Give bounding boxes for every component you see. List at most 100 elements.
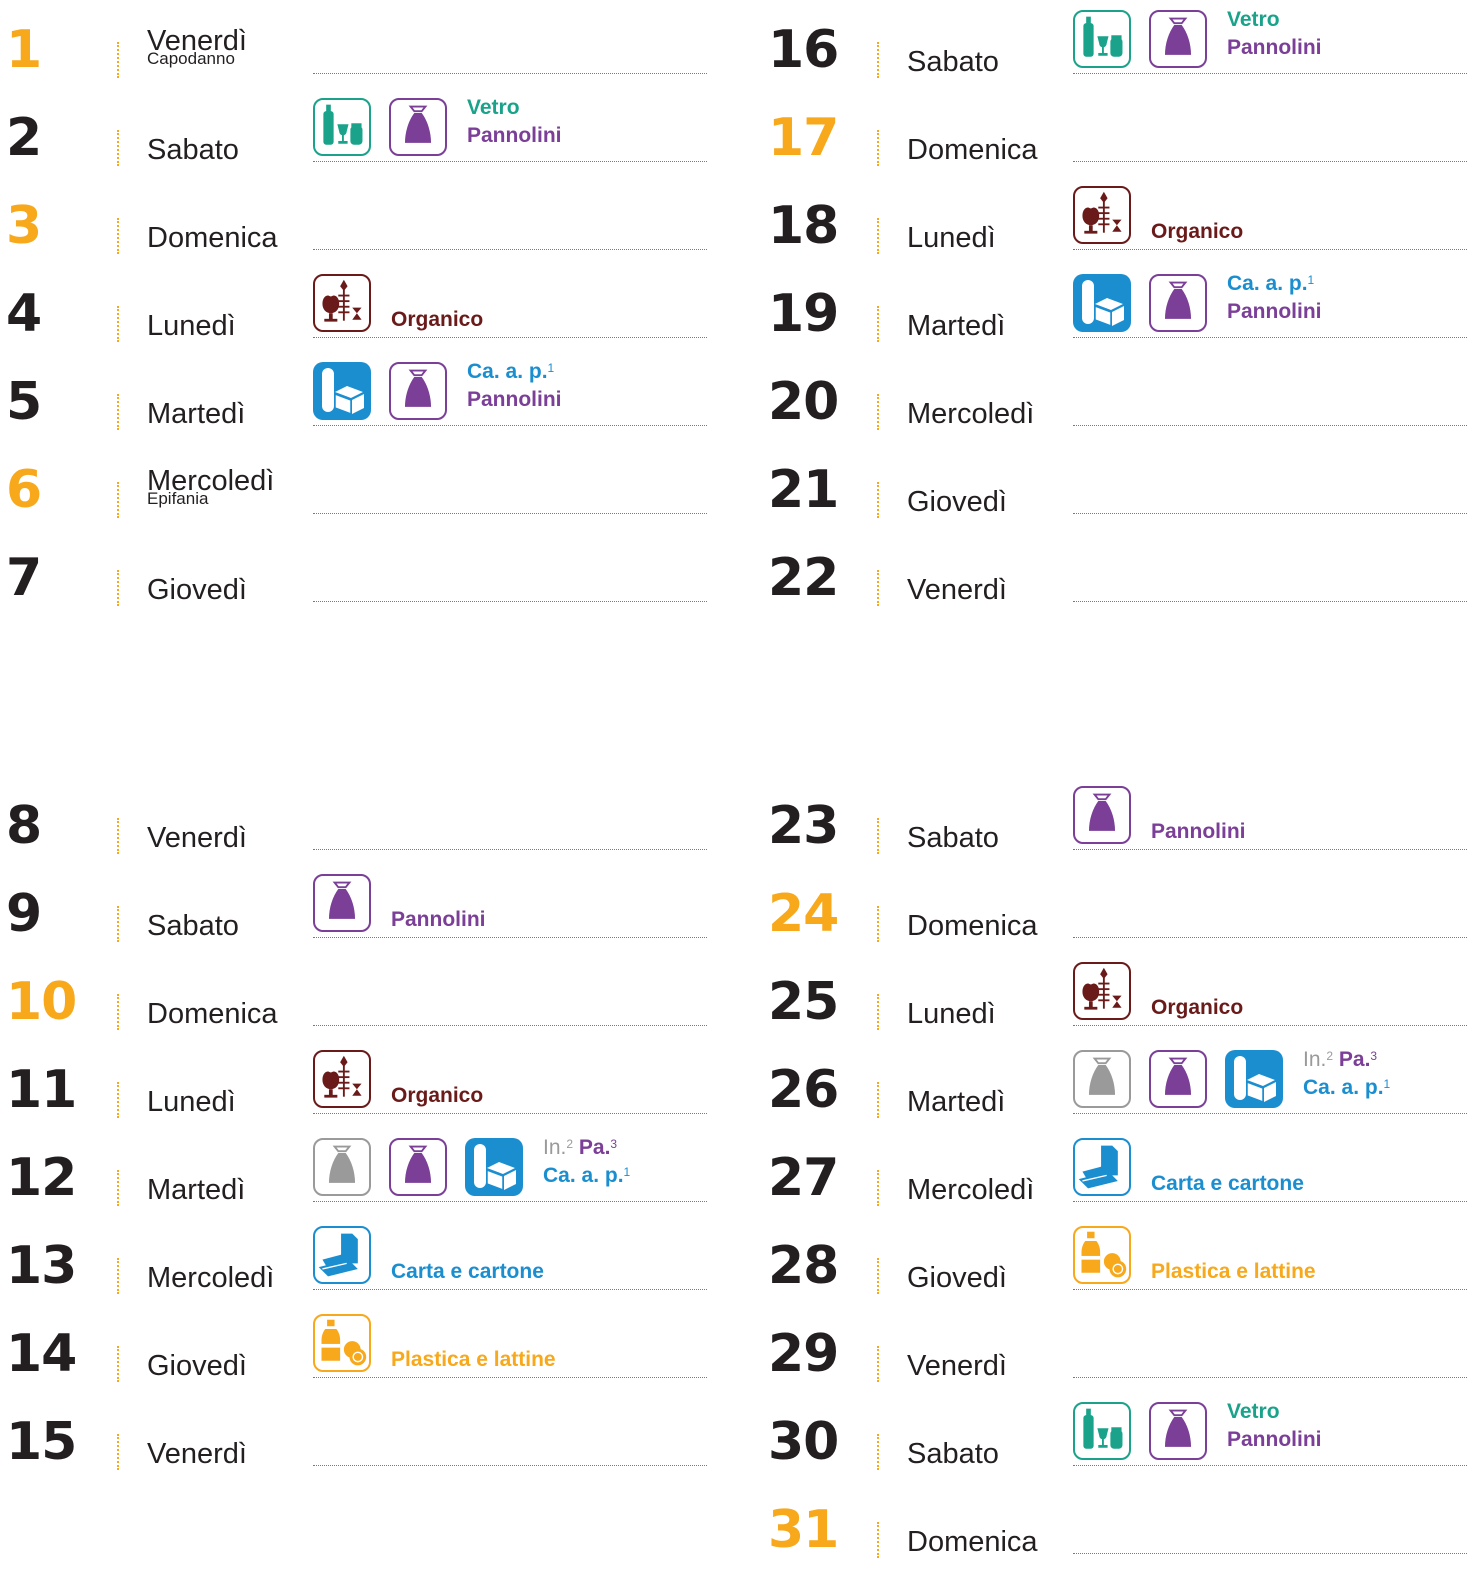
- waste-label-line: In.2 Pa.3: [543, 1134, 630, 1162]
- waste-label-line: Pannolini: [1151, 818, 1246, 846]
- day-separator: [877, 1346, 879, 1382]
- day-separator: [877, 1258, 879, 1294]
- waste-label-line: Pannolini: [1227, 298, 1322, 326]
- day-name: Sabato: [907, 46, 999, 78]
- waste-icons: [1073, 1138, 1131, 1196]
- day-name: Martedì: [147, 398, 246, 430]
- waste-icons: [313, 98, 447, 156]
- waste-icons: [1073, 274, 1207, 332]
- paper-icon: [313, 1226, 371, 1284]
- day-dotted-line: [313, 161, 707, 162]
- waste-label-text: Pannolini: [467, 124, 562, 147]
- day-separator: [117, 394, 119, 430]
- day-name: Domenica: [907, 1526, 1038, 1558]
- glass-icon: [1073, 10, 1131, 68]
- day-separator: [117, 1082, 119, 1118]
- bag-icon: [313, 874, 371, 932]
- day-dotted-line: [1073, 1553, 1467, 1554]
- day-separator: [877, 42, 879, 78]
- day-separator: [117, 906, 119, 942]
- day-number: 28: [768, 1236, 839, 1296]
- day-row-9: 9 Sabato Pannolini: [0, 874, 720, 962]
- waste-icons: [313, 362, 447, 420]
- waste-label-line: Ca. a. p.1: [543, 1162, 630, 1190]
- day-number: 11: [6, 1060, 77, 1120]
- waste-label-line: Carta e cartone: [391, 1258, 544, 1286]
- glass-icon: [313, 98, 371, 156]
- waste-icons: [1073, 786, 1131, 844]
- waste-label-line: Pannolini: [1227, 1426, 1322, 1454]
- day-number: 14: [6, 1324, 77, 1384]
- footnote-marker: 1: [1383, 1077, 1391, 1091]
- bag-icon: [1149, 274, 1207, 332]
- waste-labels: Vetro Pannolini: [1227, 1398, 1322, 1454]
- waste-label: Carta e cartone: [391, 1260, 544, 1283]
- day-name: Domenica: [147, 998, 278, 1030]
- plastic-icon: [313, 1314, 371, 1372]
- waste-label: Carta e cartone: [1151, 1172, 1304, 1195]
- day-separator: [877, 482, 879, 518]
- day-name: Domenica: [907, 134, 1038, 166]
- day-separator: [117, 994, 119, 1030]
- day-separator: [877, 570, 879, 606]
- waste-label-text: Pannolini: [467, 388, 562, 411]
- day-separator: [877, 1170, 879, 1206]
- day-number: 9: [6, 884, 42, 944]
- waste-labels: Organico: [391, 306, 483, 334]
- waste-label-line: In.2 Pa.3: [1303, 1046, 1390, 1074]
- waste-icons: [1073, 1050, 1283, 1108]
- waste-labels: Plastica e lattine: [391, 1346, 556, 1374]
- day-row-2: 2 Sabato Vetro Pannolini: [0, 96, 720, 186]
- waste-labels: In.2 Pa.3 Ca. a. p.1: [543, 1134, 630, 1190]
- day-separator: [117, 1434, 119, 1470]
- bag-icon: [389, 362, 447, 420]
- waste-label-text: Organico: [391, 1084, 484, 1107]
- bag-icon: [1073, 786, 1131, 844]
- day-name: Lunedì: [907, 998, 996, 1030]
- waste-label: Pa.3: [573, 1136, 617, 1159]
- day-number: 31: [768, 1500, 839, 1560]
- day-row-19: 19 Martedì Ca. a. p.1 Pannolini: [760, 272, 1478, 362]
- holiday-note: Capodanno: [147, 49, 235, 68]
- grey-bag-icon: [313, 1138, 371, 1196]
- day-separator: [877, 906, 879, 942]
- waste-label-text: Organico: [1151, 220, 1244, 243]
- waste-icons: [313, 274, 371, 332]
- day-row-31: 31 Domenica: [760, 1490, 1478, 1578]
- waste-label: Ca. a. p.1: [543, 1164, 630, 1187]
- waste-label: Plastica e lattine: [391, 1348, 556, 1371]
- day-name: Giovedì: [907, 1262, 1007, 1294]
- day-separator: [877, 1522, 879, 1558]
- waste-label-text: Pannolini: [1151, 820, 1246, 843]
- day-name: Venerdì: [147, 822, 247, 854]
- day-dotted-line: [1073, 513, 1467, 514]
- waste-labels: Carta e cartone: [391, 1258, 544, 1286]
- waste-label: Organico: [1151, 220, 1243, 243]
- day-row-1: 1 Venerdì Capodanno: [0, 10, 720, 98]
- waste-icons: [1073, 10, 1207, 68]
- waste-label-line: Plastica e lattine: [1151, 1258, 1316, 1286]
- day-row-11: 11 Lunedì Organico: [0, 1050, 720, 1138]
- footnote-marker: 3: [610, 1137, 618, 1151]
- day-name: Giovedì: [907, 486, 1007, 518]
- waste-label-line: Organico: [391, 1082, 483, 1110]
- waste-icons: [1073, 1226, 1131, 1284]
- day-row-7: 7 Giovedì: [0, 538, 720, 626]
- day-row-28: 28 Giovedì Plastica e lattine: [760, 1226, 1478, 1314]
- paper-icon: [1073, 1138, 1131, 1196]
- day-name: Lunedì: [907, 222, 996, 254]
- day-separator: [877, 218, 879, 254]
- waste-label: Pannolini: [467, 388, 562, 411]
- day-name: Venerdì: [147, 1438, 247, 1470]
- waste-label-text: Pannolini: [1227, 1428, 1322, 1451]
- waste-label-line: Vetro: [1227, 6, 1322, 34]
- day-separator: [117, 1346, 119, 1382]
- day-name: Sabato: [147, 910, 239, 942]
- waste-label-text: Organico: [391, 308, 484, 331]
- day-name: Sabato: [907, 822, 999, 854]
- box-icon: [1225, 1050, 1283, 1108]
- day-dotted-line: [1073, 337, 1467, 338]
- waste-label-line: Organico: [1151, 218, 1243, 246]
- waste-label-line: Pannolini: [391, 906, 486, 934]
- waste-labels: Vetro Pannolini: [467, 94, 562, 150]
